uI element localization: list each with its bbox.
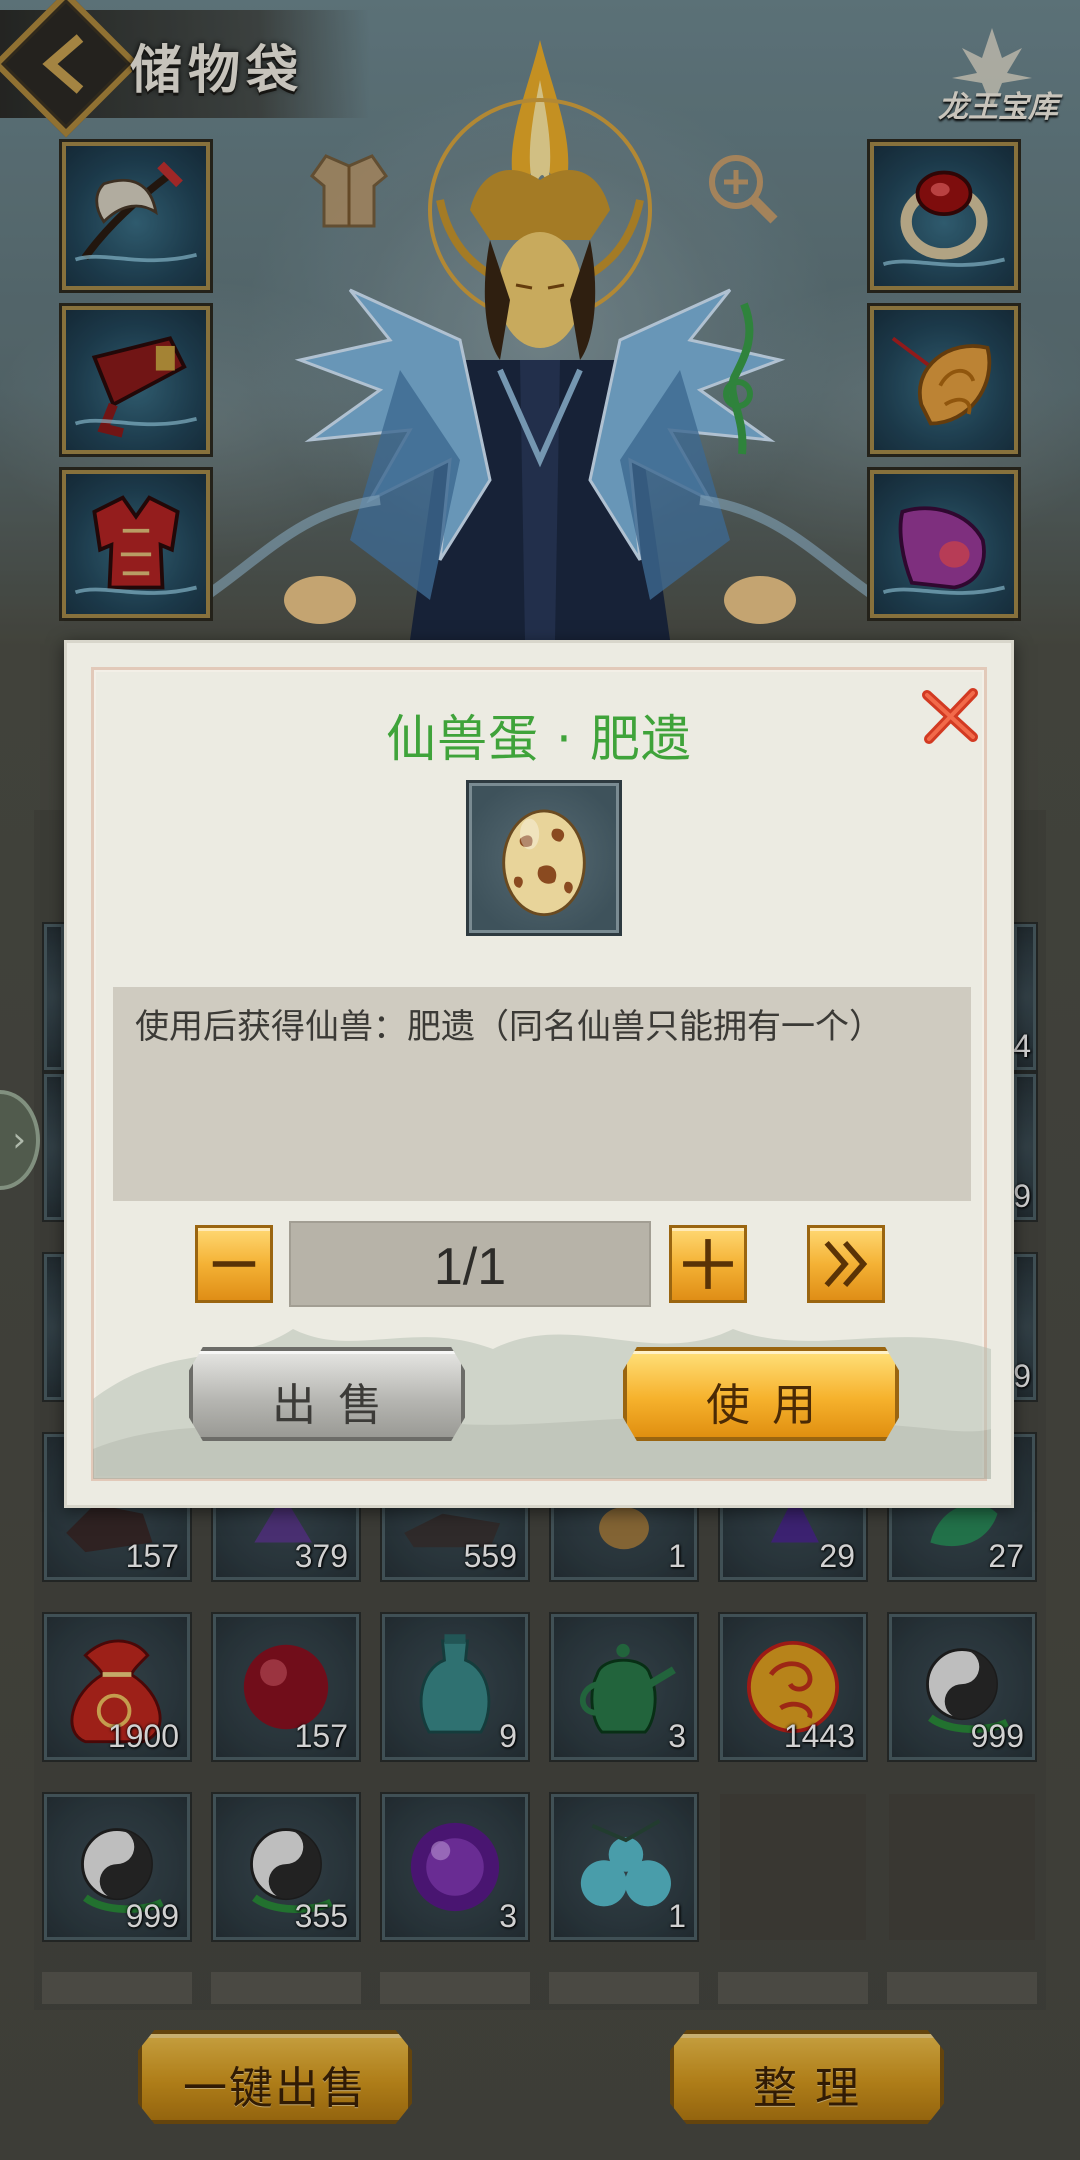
use-label: 使用 — [706, 1380, 838, 1431]
item-description-box: 使用后获得仙兽：肥遗（同名仙兽只能拥有一个） — [113, 987, 971, 1201]
quantity-value: 1/1 — [433, 1238, 507, 1296]
double-chevron-right-icon — [824, 1240, 868, 1288]
item-description: 使用后获得仙兽：肥遗（同名仙兽只能拥有一个） — [135, 1007, 883, 1047]
sell-button[interactable]: 出售 — [189, 1347, 465, 1441]
max-quantity-button[interactable] — [807, 1225, 885, 1303]
spotted-egg-icon — [502, 809, 586, 917]
decrease-quantity-button[interactable] — [195, 1225, 273, 1303]
item-title: 仙兽蛋 · 肥遗 — [386, 710, 692, 768]
use-button[interactable]: 使用 — [623, 1347, 899, 1441]
item-detail-dialog: 仙兽蛋 · 肥遗 使用后获得仙兽：肥遗（同名仙兽只能拥有一个） 1/1 出售 使… — [64, 640, 1014, 1508]
sell-label: 出售 — [272, 1380, 404, 1431]
quantity-display[interactable]: 1/1 — [289, 1221, 651, 1307]
item-icon-frame — [469, 783, 619, 933]
minus-icon — [212, 1261, 256, 1267]
plus-icon — [683, 1239, 733, 1289]
increase-quantity-button[interactable] — [669, 1225, 747, 1303]
close-icon[interactable] — [917, 683, 983, 749]
